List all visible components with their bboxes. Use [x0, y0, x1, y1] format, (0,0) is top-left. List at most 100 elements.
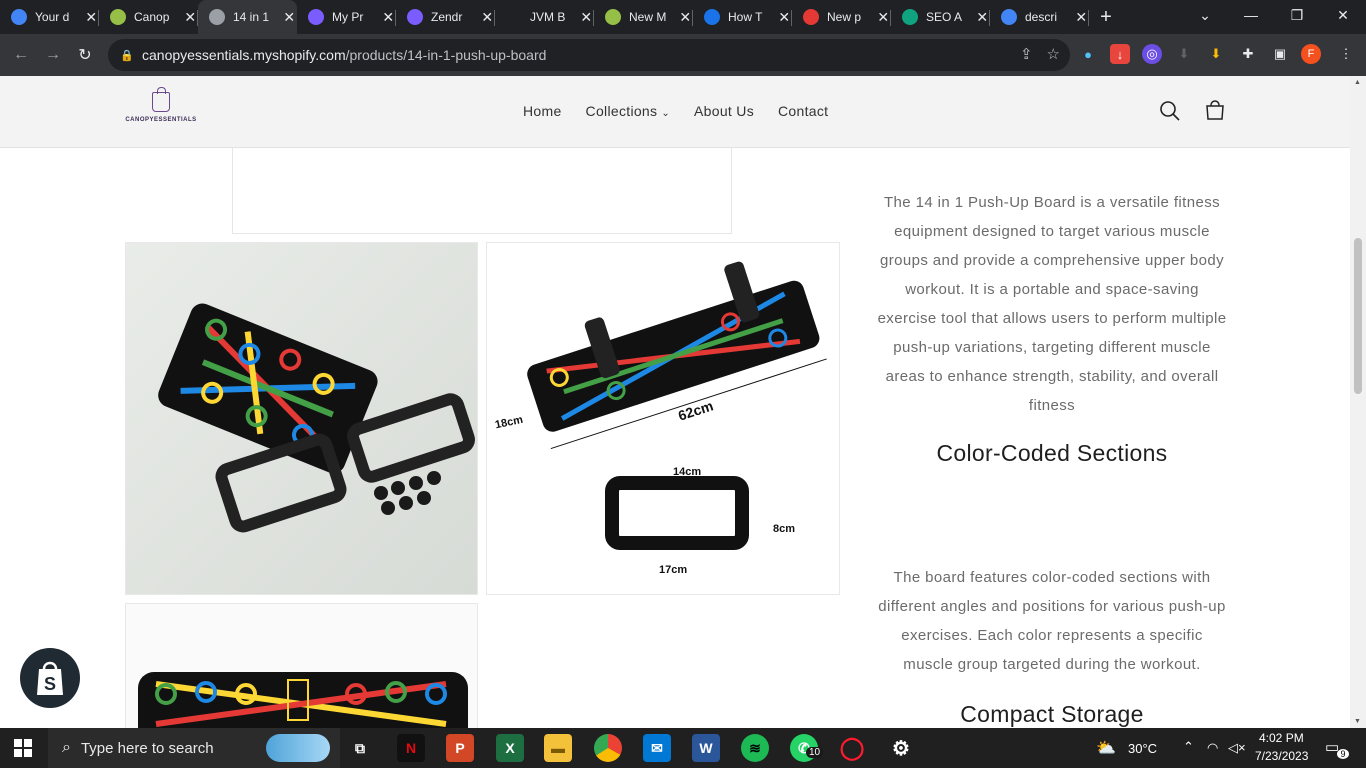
- page-scrollbar[interactable]: ▲ ▼: [1350, 76, 1366, 728]
- handle-bottom-label: 17cm: [659, 564, 687, 576]
- extensions-puzzle-icon[interactable]: ✚: [1238, 44, 1258, 64]
- excel-icon[interactable]: X: [496, 734, 524, 762]
- tab-title: Canop: [134, 10, 170, 24]
- browser-tab[interactable]: SEO A ✕: [891, 0, 990, 34]
- tab-title: How T: [728, 10, 763, 24]
- tray-chevron-up-icon[interactable]: ⌃: [1183, 739, 1194, 755]
- minimize-button[interactable]: —: [1228, 0, 1274, 30]
- product-description-intro: The 14 in 1 Push-Up Board is a versatile…: [877, 194, 1227, 414]
- nav-contact[interactable]: Contact: [778, 103, 828, 119]
- notification-count: 9: [1337, 749, 1349, 759]
- openai-icon: [902, 9, 918, 25]
- extension-circle-icon[interactable]: ◎: [1142, 44, 1162, 64]
- file-explorer-icon[interactable]: ▬: [544, 734, 572, 762]
- bookmark-star-icon[interactable]: ☆: [1047, 45, 1060, 63]
- side-panel-icon[interactable]: ▣: [1270, 44, 1290, 64]
- new-tab-button[interactable]: +: [1089, 0, 1123, 34]
- word-icon[interactable]: W: [692, 734, 720, 762]
- tab-close-icon[interactable]: ✕: [381, 9, 396, 26]
- task-view-icon[interactable]: ⧉: [346, 734, 374, 762]
- clock-date[interactable]: 7/23/2023: [1255, 749, 1308, 763]
- tab-close-icon[interactable]: ✕: [876, 9, 891, 26]
- weather-icon[interactable]: ⛅: [1096, 738, 1116, 758]
- browser-menu-icon[interactable]: ⋮: [1336, 44, 1356, 64]
- store-logo[interactable]: CANOPYESSENTIALS: [125, 87, 197, 132]
- svg-text:S: S: [44, 674, 56, 694]
- browser-tab[interactable]: 14 in 1 ✕: [198, 0, 297, 34]
- browser-tab[interactable]: New p ✕: [792, 0, 891, 34]
- shopping-bag-logo-icon: [152, 87, 170, 112]
- tab-close-icon[interactable]: ✕: [480, 9, 495, 26]
- extension-downloader-icon[interactable]: ⬇: [1206, 44, 1226, 64]
- extension-download-icon[interactable]: ↓: [1110, 44, 1130, 64]
- google-icon: [11, 9, 27, 25]
- mail-icon[interactable]: ✉: [643, 734, 671, 762]
- tab-close-icon[interactable]: ✕: [975, 9, 990, 26]
- netflix-icon[interactable]: N: [397, 734, 425, 762]
- taskbar-search-box[interactable]: ⌕ Type here to search: [48, 728, 340, 768]
- search-icon: ⌕: [62, 739, 71, 756]
- profile-avatar[interactable]: F: [1301, 44, 1321, 64]
- tab-close-icon[interactable]: ✕: [777, 9, 792, 26]
- tab-close-icon[interactable]: ✕: [282, 9, 297, 26]
- tab-close-icon[interactable]: ✕: [579, 9, 594, 26]
- forward-icon[interactable]: →: [37, 39, 69, 71]
- web-page: CANOPYESSENTIALS Home Collections ⌄ About…: [0, 76, 1350, 728]
- volume-icon[interactable]: ◁×: [1228, 740, 1246, 756]
- product-image-2[interactable]: 62cm 18cm 14cm 17cm 8cm: [486, 242, 840, 595]
- handle-height-label: 8cm: [773, 523, 795, 535]
- close-window-button[interactable]: ✕: [1320, 0, 1366, 30]
- browser-tab[interactable]: Your d ✕: [0, 0, 99, 34]
- nav-about-us[interactable]: About Us: [694, 103, 754, 119]
- browser-tab[interactable]: descri ✕: [990, 0, 1089, 34]
- browser-tab[interactable]: Canop ✕: [99, 0, 198, 34]
- opera-icon[interactable]: ◯: [838, 734, 866, 762]
- weather-temp[interactable]: 30°C: [1128, 741, 1157, 756]
- media-frame: [232, 148, 732, 234]
- product-image-1[interactable]: [125, 242, 478, 595]
- nav-home[interactable]: Home: [523, 103, 562, 119]
- cart-icon[interactable]: [1204, 100, 1226, 122]
- reload-icon[interactable]: ↻: [69, 39, 101, 71]
- tab-search-icon[interactable]: ⌄: [1182, 0, 1228, 30]
- restore-button[interactable]: ❐: [1274, 0, 1320, 30]
- search-icon[interactable]: [1159, 100, 1181, 122]
- shopify-icon: [605, 9, 621, 25]
- tab-close-icon[interactable]: ✕: [678, 9, 693, 26]
- scroll-up-icon[interactable]: ▲: [1354, 79, 1361, 86]
- tab-close-icon[interactable]: ✕: [84, 9, 99, 26]
- main-nav: Home Collections ⌄ About Us Contact: [523, 103, 852, 119]
- extension-search-icon[interactable]: ●: [1078, 44, 1098, 64]
- nav-collections[interactable]: Collections ⌄: [586, 103, 670, 119]
- product-image-3[interactable]: [125, 603, 478, 728]
- extension-arrow-icon[interactable]: ⬇: [1174, 44, 1194, 64]
- back-icon[interactable]: ←: [5, 39, 37, 71]
- browser-tab[interactable]: How T ✕: [693, 0, 792, 34]
- chrome-icon[interactable]: [594, 734, 622, 762]
- url-text[interactable]: canopyessentials.myshopify.com/products/…: [142, 47, 546, 63]
- tab-close-icon[interactable]: ✕: [183, 9, 198, 26]
- scrollbar-thumb[interactable]: [1354, 238, 1362, 394]
- zendrop-icon: [407, 9, 423, 25]
- shopify-icon: [110, 9, 126, 25]
- wifi-icon[interactable]: ◠: [1207, 740, 1218, 756]
- lock-icon[interactable]: 🔒: [120, 49, 134, 62]
- browser-tab[interactable]: New M ✕: [594, 0, 693, 34]
- address-bar[interactable]: 🔒 canopyessentials.myshopify.com/product…: [108, 39, 1070, 71]
- browser-tab[interactable]: My Pr ✕: [297, 0, 396, 34]
- shopify-bag-icon[interactable]: S: [20, 648, 80, 708]
- powerpoint-icon[interactable]: P: [446, 734, 474, 762]
- windows-start-icon[interactable]: [0, 728, 46, 768]
- share-icon[interactable]: ⇪: [1020, 45, 1033, 63]
- s-icon: [704, 9, 720, 25]
- browser-tab[interactable]: Zendr ✕: [396, 0, 495, 34]
- tab-close-icon[interactable]: ✕: [1074, 9, 1089, 26]
- rainbow-icon: [803, 9, 819, 25]
- browser-tab[interactable]: JVM B ✕: [495, 0, 594, 34]
- clock-time[interactable]: 4:02 PM: [1259, 731, 1304, 745]
- settings-gear-icon[interactable]: ⚙: [887, 734, 915, 762]
- whatsapp-badge: 10: [806, 747, 824, 758]
- scroll-down-icon[interactable]: ▼: [1354, 718, 1361, 725]
- tab-separator: [1088, 10, 1089, 26]
- spotify-icon[interactable]: ≋: [741, 734, 769, 762]
